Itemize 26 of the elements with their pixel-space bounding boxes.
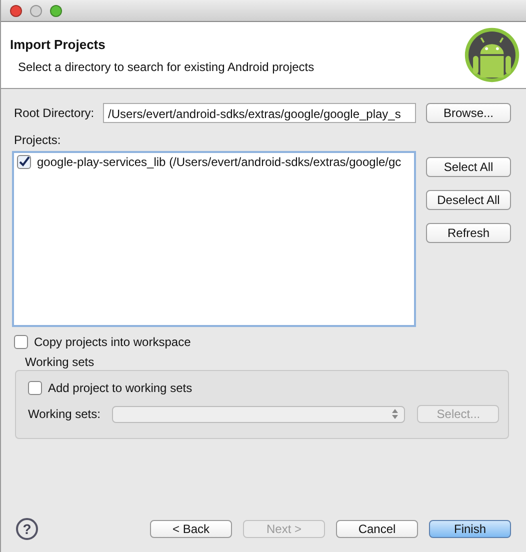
page-description: Select a directory to search for existing Android projects — [17, 60, 314, 74]
select-all-button[interactable]: Select All — [426, 157, 511, 177]
checkbox-label[interactable]: Add project to working sets — [48, 381, 192, 395]
checkbox[interactable] — [14, 335, 28, 349]
close-button[interactable] — [10, 4, 22, 16]
deselect-all-button[interactable]: Deselect All — [426, 190, 511, 210]
checkbox-label[interactable]: Copy projects into workspace — [34, 335, 191, 349]
page-title: Import Projects — [10, 36, 106, 52]
field-label: Root Directory: — [14, 106, 94, 120]
up-down-arrows-icon — [392, 409, 398, 419]
robot-logo-icon — [464, 27, 520, 83]
finish-button[interactable]: Finish — [429, 520, 511, 538]
help-button[interactable]: ? — [16, 518, 38, 540]
group-title: Working sets — [25, 355, 96, 369]
cancel-button[interactable]: Cancel — [336, 520, 418, 538]
checkbox[interactable] — [17, 155, 31, 169]
project-item[interactable]: google-play-services_lib (/Users/evert/android-sdks/extras/google/gc — [37, 155, 402, 169]
minimize-button[interactable] — [30, 4, 42, 16]
zoom-button[interactable] — [50, 4, 62, 16]
directory-field[interactable]: /Users/evert/android-sdks/extras/google/google_play_s — [103, 103, 416, 123]
back-button[interactable]: < Back — [150, 520, 232, 538]
checkbox[interactable] — [28, 381, 42, 395]
browse-button[interactable]: Browse... — [426, 103, 511, 123]
section-label: Projects: — [14, 133, 62, 147]
field-label: Working sets: — [28, 407, 100, 421]
refresh-button[interactable]: Refresh — [426, 223, 511, 243]
